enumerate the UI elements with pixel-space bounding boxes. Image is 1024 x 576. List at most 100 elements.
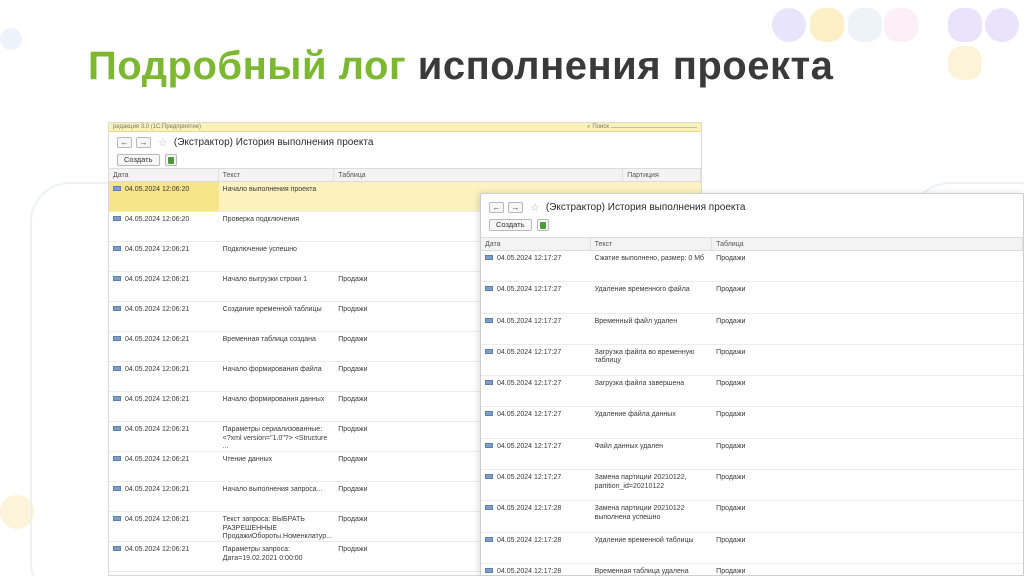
table-cell: Продажи [716, 380, 746, 388]
text-cell: Файл данных удален [594, 442, 664, 450]
spreadsheet-icon [539, 221, 546, 229]
forward-button[interactable]: → [508, 201, 523, 213]
record-icon [113, 456, 121, 461]
date-cell: 04.05.2024 12:17:27 [481, 470, 591, 500]
column-header-text[interactable]: Текст [591, 238, 713, 250]
record-icon [113, 306, 121, 311]
text-cell: Подключение успешно [222, 246, 297, 253]
table-row[interactable]: 04.05.2024 12:17:27 Файл данных удален Про… [481, 439, 1023, 471]
table-row[interactable]: 04.05.2024 12:17:27 Загрузка файла заверш… [481, 376, 1023, 408]
table-row[interactable]: 04.05.2024 12:17:27 Удаление временного ф… [481, 282, 1023, 314]
text-cell: Параметры сериализованные: <?xml version… [222, 426, 328, 450]
date-cell: 04.05.2024 12:06:21 [109, 452, 219, 481]
date-cell: 04.05.2024 12:06:21 [109, 302, 219, 331]
forward-button[interactable]: → [136, 136, 151, 148]
date-cell: 04.05.2024 12:06:21 [109, 482, 219, 511]
table-cell: Продажи [716, 411, 746, 419]
text-cell: Временная таблица создана [222, 336, 316, 343]
date-value: 04.05.2024 12:06:21 [125, 396, 190, 403]
date-value: 04.05.2024 12:06:21 [125, 246, 190, 253]
date-cell: 04.05.2024 12:06:21 [109, 242, 219, 271]
column-header-table[interactable]: Таблица [334, 169, 624, 181]
export-button[interactable] [536, 219, 549, 231]
record-icon [485, 505, 493, 511]
text-cell: Временный файл удален [594, 317, 678, 325]
date-value: 04.05.2024 12:17:28 [497, 536, 562, 544]
table-row[interactable]: 04.05.2024 12:17:28 Временная таблица уда… [481, 564, 1023, 575]
decor-shape-2 [810, 8, 844, 42]
arrow-left-icon: ← [492, 202, 501, 212]
window2-title: (Экстрактор) История выполнения проекта [545, 201, 746, 213]
text-cell: Замена партиции 20210122 выполнена успеш… [594, 505, 685, 521]
table-cell: Продажи [716, 474, 746, 482]
slide-title-rest: исполнения проекта [417, 44, 834, 88]
text-cell: Загрузка файла завершена [594, 380, 685, 388]
history-window-2: ← → ☆ (Экстрактор) История выполнения пр… [480, 193, 1024, 576]
date-cell: 04.05.2024 12:06:20 [109, 182, 219, 211]
record-icon [113, 486, 121, 491]
column-header-text[interactable]: Текст [219, 169, 335, 181]
spreadsheet-icon [167, 156, 174, 164]
text-cell: Сжатие выполнено, размер: 0 Мб [594, 255, 705, 262]
window2-table-header: Дата Текст Таблица [481, 237, 1023, 251]
record-icon [113, 216, 121, 221]
date-cell: 04.05.2024 12:17:28 [481, 501, 591, 531]
text-cell: Начало формирования файла [222, 366, 322, 373]
table-row[interactable]: 04.05.2024 12:17:27 Временный файл удален… [481, 314, 1023, 345]
star-icon[interactable]: ☆ [158, 136, 168, 149]
slide-title: Подробный лог исполнения проекта [88, 44, 833, 89]
date-value: 04.05.2024 12:17:27 [497, 442, 562, 450]
date-cell: 04.05.2024 12:06:21 [109, 422, 219, 451]
column-header-date[interactable]: Дата [109, 169, 219, 181]
date-value: 04.05.2024 12:17:27 [497, 348, 562, 356]
table-cell: Продажи [716, 505, 746, 513]
star-icon[interactable]: ☆ [530, 201, 540, 214]
table-row[interactable]: 04.05.2024 12:17:28 Удаление временной та… [481, 533, 1023, 564]
record-icon [485, 317, 493, 323]
decor-shape-5 [948, 8, 982, 42]
text-cell: Начало выполнения проекта [222, 186, 317, 193]
search-line [611, 126, 697, 128]
window1-search[interactable]: ⌕ Поиск [587, 124, 697, 131]
table-row[interactable]: 04.05.2024 12:17:28 Замена партиции 20210… [481, 501, 1023, 533]
column-header-date[interactable]: Дата [481, 238, 591, 250]
text-cell: Удаление временной таблицы [594, 536, 694, 544]
column-header-table[interactable]: Таблица [712, 238, 1023, 250]
date-value: 04.05.2024 12:17:27 [497, 474, 562, 482]
date-value: 04.05.2024 12:06:21 [125, 486, 190, 493]
date-cell: 04.05.2024 12:06:20 [109, 212, 219, 241]
date-value: 04.05.2024 12:17:27 [497, 255, 562, 262]
table-cell: Продажи [716, 255, 746, 262]
text-cell: Параметры запроса: Дата=19.02.2021 0:00:… [222, 546, 303, 562]
text-cell: Чтение данных [222, 456, 273, 463]
table-row[interactable]: 04.05.2024 12:17:27 Загрузка файла во вре… [481, 345, 1023, 377]
table-row[interactable]: 04.05.2024 12:17:27 Удаление файла данных… [481, 407, 1023, 439]
date-value: 04.05.2024 12:06:21 [125, 456, 190, 463]
record-icon [485, 567, 493, 573]
date-value: 04.05.2024 12:06:21 [125, 546, 190, 553]
create-button[interactable]: Создать [489, 219, 532, 231]
arrow-right-icon: → [139, 137, 148, 147]
date-value: 04.05.2024 12:06:21 [125, 276, 190, 283]
text-cell: Удаление файла данных [594, 411, 676, 419]
date-cell: 04.05.2024 12:06:21 [109, 272, 219, 301]
decor-shape-4 [884, 8, 918, 42]
date-cell: 04.05.2024 12:17:27 [481, 282, 591, 312]
export-button[interactable] [164, 154, 177, 166]
date-cell: 04.05.2024 12:06:21 [109, 542, 219, 571]
table-row[interactable]: 04.05.2024 12:17:27 Сжатие выполнено, раз… [481, 251, 1023, 283]
back-button[interactable]: ← [117, 136, 132, 148]
table-row[interactable]: 04.05.2024 12:17:27 Замена партиции 20210… [481, 470, 1023, 502]
record-icon [485, 348, 493, 354]
record-icon [485, 536, 493, 542]
back-button[interactable]: ← [489, 201, 504, 213]
create-button[interactable]: Создать [117, 154, 160, 166]
window1-table-header: Дата Текст Таблица Партиция [109, 168, 701, 182]
text-cell: Начало формирования данных [222, 396, 325, 403]
window1-search-placeholder: Поиск [592, 124, 610, 130]
text-cell: Создание временной таблицы [222, 306, 322, 313]
date-value: 04.05.2024 12:17:27 [497, 286, 562, 294]
text-cell: Временная таблица удалена [594, 567, 689, 575]
column-header-partition[interactable]: Партиция [623, 169, 701, 181]
record-icon [113, 396, 121, 401]
